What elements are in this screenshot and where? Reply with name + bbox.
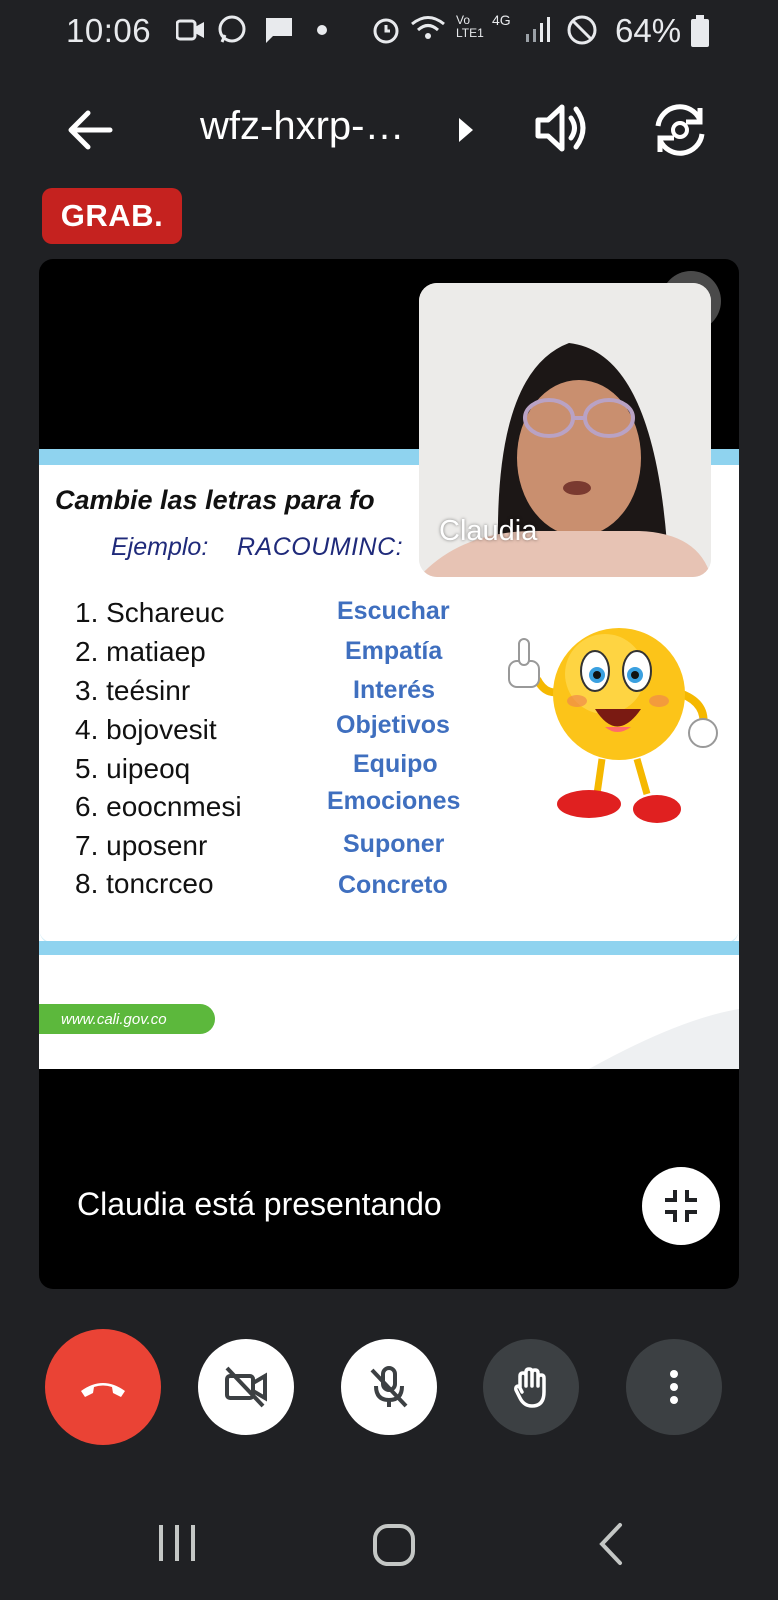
video-off-icon bbox=[225, 1366, 267, 1408]
minimize-presentation-button[interactable] bbox=[642, 1167, 720, 1245]
end-call-button[interactable] bbox=[45, 1329, 161, 1445]
minimize-icon bbox=[665, 1190, 697, 1222]
presenting-status: Claudia está presentando bbox=[77, 1186, 442, 1222]
meeting-info-arrow-icon[interactable] bbox=[456, 116, 476, 144]
signal-icon bbox=[526, 17, 550, 42]
network-type: 4G bbox=[492, 12, 511, 28]
phone-hangup-icon bbox=[81, 1383, 125, 1397]
answer-word: Escuchar bbox=[337, 597, 450, 625]
scrambled-word: 2. matiaep bbox=[75, 636, 206, 667]
smiley-mascot-image bbox=[508, 628, 718, 823]
recent-apps-icon[interactable] bbox=[155, 1523, 199, 1563]
answer-word: Emociones bbox=[327, 787, 461, 815]
more-vert-icon bbox=[670, 1370, 678, 1404]
back-arrow-icon[interactable] bbox=[60, 100, 120, 160]
dot-icon bbox=[317, 25, 327, 35]
scrambled-word: 5. uipeoq bbox=[75, 753, 191, 784]
recording-badge: GRAB. bbox=[42, 188, 182, 244]
slide-decoration bbox=[589, 1009, 739, 1069]
slide-example-label: Ejemplo: bbox=[111, 533, 209, 561]
scrambled-word: 4. bojovesit bbox=[75, 714, 217, 745]
answer-word: Equipo bbox=[353, 750, 438, 778]
scrambled-word: 8. toncrceo bbox=[75, 868, 214, 899]
video-call-status-icon bbox=[176, 19, 204, 41]
whatsapp-icon bbox=[218, 15, 246, 43]
camera-switch-icon[interactable] bbox=[648, 98, 712, 162]
battery-icon bbox=[691, 15, 709, 47]
scrambled-word: 3. teésinr bbox=[75, 675, 191, 706]
participant-pip[interactable]: Claudia bbox=[419, 283, 711, 577]
slide-bottom-bar bbox=[39, 941, 739, 955]
scrambled-word: 6. eoocnmesi bbox=[75, 791, 242, 822]
camera-toggle-button[interactable] bbox=[198, 1339, 294, 1435]
do-not-disturb-icon bbox=[567, 15, 597, 45]
hand-icon bbox=[514, 1367, 546, 1408]
message-icon bbox=[266, 18, 292, 43]
battery-percent: 64% bbox=[615, 12, 682, 49]
scrambled-word: 7. uposenr bbox=[75, 830, 208, 861]
mic-off-icon bbox=[370, 1366, 408, 1408]
scrambled-word: 1. Schareuc bbox=[75, 597, 225, 628]
status-time: 10:06 bbox=[66, 12, 152, 49]
status-bar: 10:06 Vo LTE1 4G 64% bbox=[0, 0, 778, 60]
nav-back-icon[interactable] bbox=[596, 1522, 626, 1566]
more-options-button[interactable] bbox=[626, 1339, 722, 1435]
meeting-code[interactable]: wfz-hxrp-… bbox=[200, 104, 404, 149]
slide-title: Cambie las letras para fo bbox=[55, 485, 375, 515]
answer-word: Interés bbox=[353, 676, 435, 704]
slide-example-word: RACOUMINC: bbox=[237, 533, 404, 561]
home-icon[interactable] bbox=[372, 1523, 416, 1567]
answer-word: Suponer bbox=[343, 830, 445, 858]
raise-hand-button[interactable] bbox=[483, 1339, 579, 1435]
alarm-icon bbox=[373, 18, 399, 44]
wifi-icon bbox=[411, 16, 445, 39]
answer-word: Empatía bbox=[345, 637, 443, 665]
volte-label: Vo LTE1 bbox=[456, 13, 484, 40]
answer-word: Objetivos bbox=[336, 711, 450, 739]
mic-toggle-button[interactable] bbox=[341, 1339, 437, 1435]
speaker-icon[interactable] bbox=[532, 98, 592, 158]
presentation-stage: Cambie las letras para fo Ejemplo: RACOU… bbox=[39, 259, 739, 1289]
answer-word: Concreto bbox=[338, 871, 448, 899]
participant-name: Claudia bbox=[439, 515, 538, 547]
slide-footer-url: www.cali.gov.co bbox=[39, 1004, 215, 1034]
